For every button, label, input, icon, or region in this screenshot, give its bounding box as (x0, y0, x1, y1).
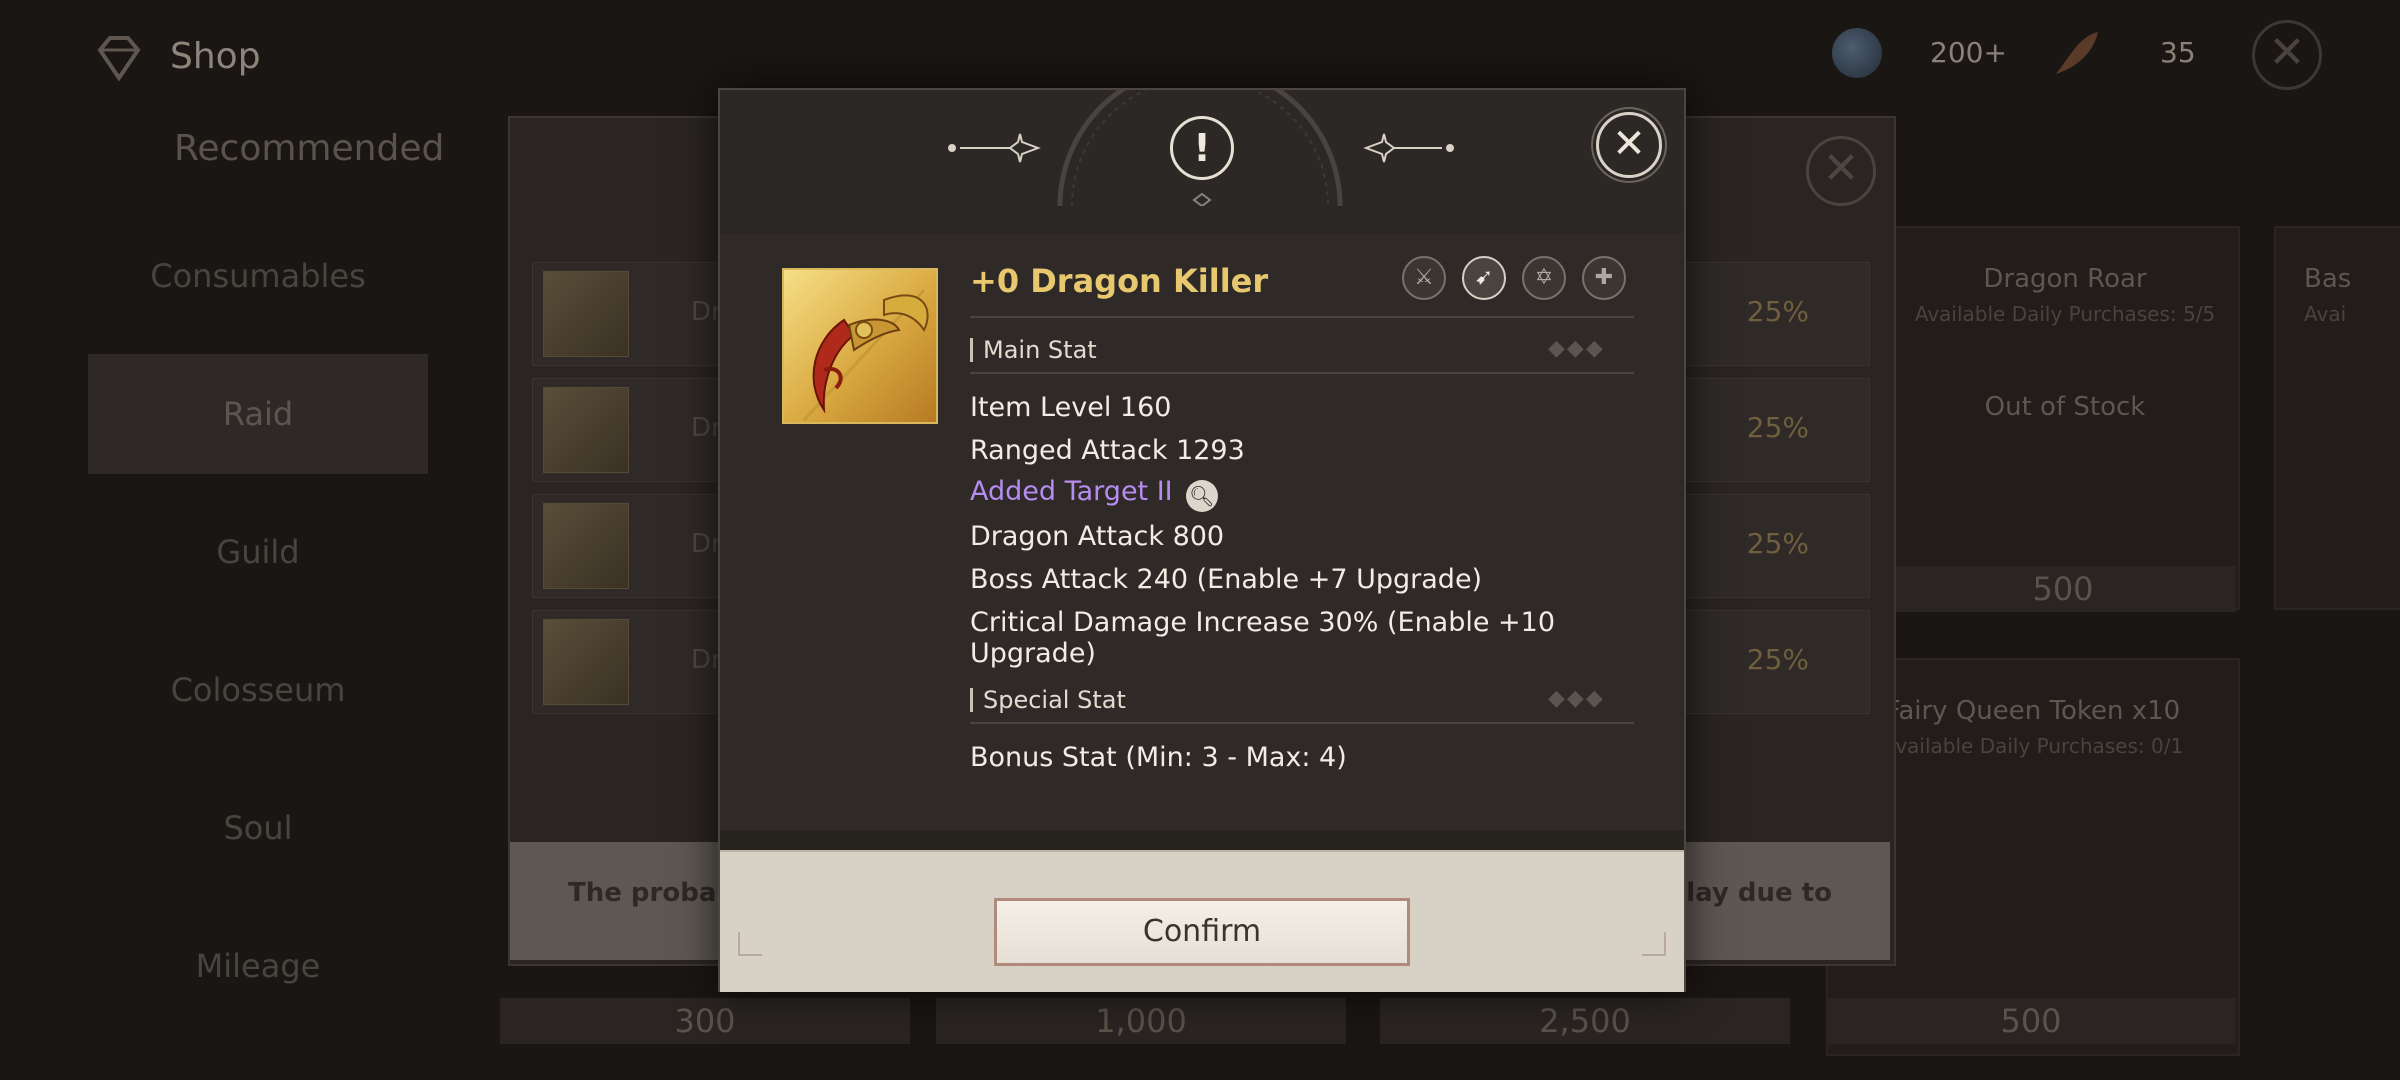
bow-icon: ➹ (1462, 256, 1506, 300)
magnifier-icon[interactable]: 🔍︎ (1185, 479, 1218, 512)
card-title: Dragon Roar (1983, 264, 2147, 294)
stat-line: Item Level 160 (970, 392, 1172, 423)
card-price: 2,500 (1380, 998, 1790, 1044)
item-name: +0 Dragon Killer (970, 262, 1269, 300)
modal-close-icon[interactable]: ✕ (1596, 112, 1662, 178)
corner-ornament (1642, 932, 1666, 956)
added-target-row: Added Target II 🔍︎ (970, 476, 1218, 512)
divider (970, 722, 1634, 724)
main-stat-label: Main Stat (970, 338, 1097, 362)
shop-close-icon[interactable]: ✕ (2252, 20, 2322, 90)
card-subtitle: Avai (2304, 302, 2347, 326)
section-ornament: ◆◆◆ (1548, 336, 1605, 361)
card-price: 500 (1826, 998, 2236, 1044)
shop-card[interactable]: Dragon Roar Available Daily Purchases: 5… (1890, 226, 2240, 610)
stat-line: Critical Damage Increase 30% (Enable +10… (970, 607, 1556, 669)
header-divider (720, 206, 1684, 234)
card-title: Bas (2304, 264, 2352, 294)
item-probability: 25% (1746, 527, 1809, 560)
card-subtitle: Available Daily Purchases: 5/5 (1914, 302, 2216, 326)
item-probability: 25% (1746, 643, 1809, 676)
dragon-killer-weapon-image (782, 268, 938, 424)
item-detail-modal: ! ✕ +0 Dragon Killer ⚔ ➹ ✡ ✚ Main Stat ◆… (718, 88, 1686, 992)
stat-line: Ranged Attack 1293 (970, 435, 1245, 466)
item-probability: 25% (1746, 295, 1809, 328)
card-price: 300 (500, 998, 910, 1044)
sidebar-item-soul[interactable]: Soul (88, 768, 428, 888)
confirm-button[interactable]: Confirm (994, 898, 1410, 966)
gem-currency-value: 200+ (1930, 36, 2007, 69)
class-icons: ⚔ ➹ ✡ ✚ (1402, 256, 1626, 300)
item-probability: 25% (1746, 411, 1809, 444)
feather-currency-icon (2056, 32, 2098, 74)
modal-header: ! (720, 90, 1684, 208)
stat-line: Boss Attack 240 (Enable +7 Upgrade) (970, 564, 1483, 595)
shop-sidebar: Consumables Raid Guild Colosseum Soul Mi… (88, 216, 448, 1044)
card-price: 1,000 (936, 998, 1346, 1044)
divider (970, 316, 1634, 318)
footer-divider (720, 830, 1684, 850)
item-thumbnail (543, 619, 629, 705)
shop-title: Shop (170, 36, 261, 77)
special-stat-line: Bonus Stat (Min: 3 - Max: 4) (970, 742, 1347, 773)
sidebar-item-colosseum[interactable]: Colosseum (88, 630, 428, 750)
probability-close-icon[interactable]: ✕ (1806, 136, 1876, 206)
alert-icon: ! (1170, 116, 1234, 180)
item-thumbnail (543, 387, 629, 473)
sidebar-item-mileage[interactable]: Mileage (88, 906, 428, 1026)
shop-card[interactable]: Bas Avai (2274, 226, 2400, 610)
sidebar-item-raid[interactable]: Raid (88, 354, 428, 474)
item-thumbnail (543, 271, 629, 357)
sidebar-item-consumables[interactable]: Consumables (88, 216, 428, 336)
corner-ornament (738, 932, 762, 956)
card-price: 500 (1890, 566, 2236, 612)
stat-line: Added Target II (970, 476, 1173, 507)
crossed-swords-icon: ⚔ (1402, 256, 1446, 300)
gem-currency-icon (1832, 28, 1882, 78)
divider (970, 372, 1634, 374)
cross-icon: ✚ (1582, 256, 1626, 300)
scythe-icon (802, 288, 929, 422)
item-thumbnail (543, 503, 629, 589)
stat-line: Dragon Attack 800 (970, 521, 1225, 552)
feather-currency-value: 35 (2160, 36, 2196, 69)
section-ornament: ◆◆◆ (1548, 686, 1605, 711)
card-stock-status: Out of Stock (1984, 392, 2146, 422)
sidebar-item-guild[interactable]: Guild (88, 492, 428, 612)
star-of-david-icon: ✡ (1522, 256, 1566, 300)
diamond-icon (97, 36, 141, 82)
recommended-tab[interactable]: Recommended (174, 128, 444, 169)
special-stat-label: Special Stat (970, 688, 1126, 712)
